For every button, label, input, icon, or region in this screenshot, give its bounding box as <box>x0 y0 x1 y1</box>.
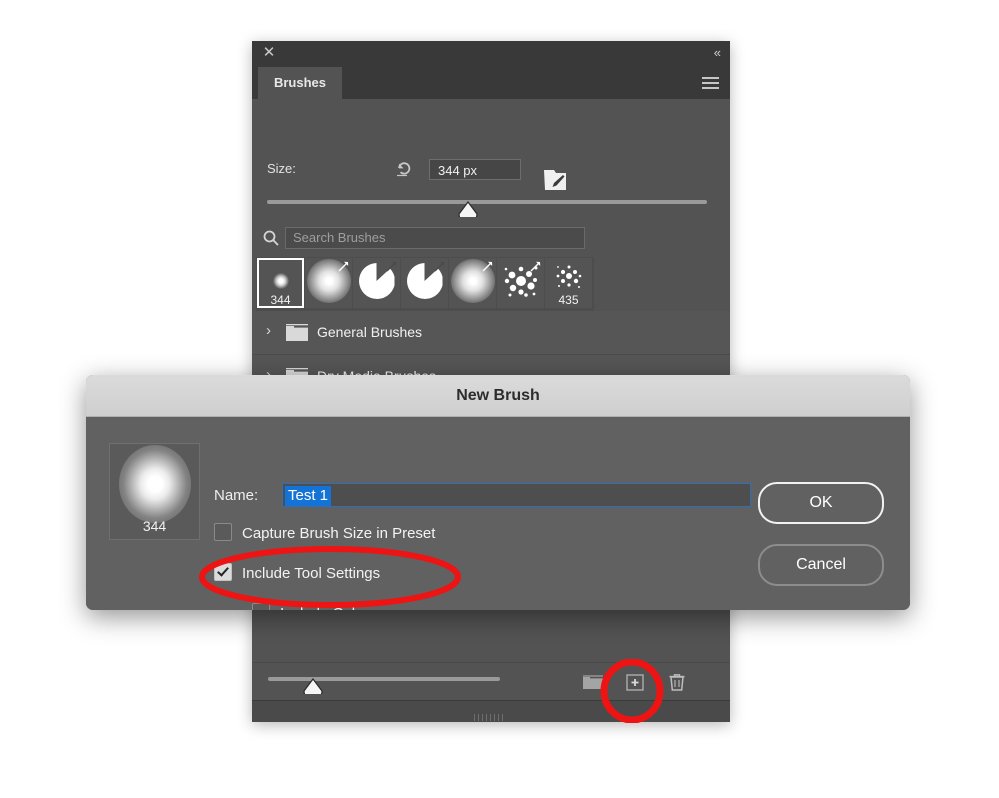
size-slider-track[interactable] <box>267 200 707 204</box>
brush-preview-blob <box>118 444 191 523</box>
brush-preset-soft-round-344[interactable]: 344 <box>257 258 304 308</box>
folder-name: General Brushes <box>317 324 423 340</box>
panel-tab-strip: Brushes <box>252 67 730 99</box>
brush-preset-spatter-435[interactable]: 435 <box>545 258 592 308</box>
dialog-title-bar: New Brush <box>86 375 910 417</box>
hamburger-menu-icon[interactable] <box>702 77 719 89</box>
search-icon <box>262 229 280 247</box>
delete-trash-icon[interactable] <box>666 671 688 693</box>
checkbox-row-include-tool-settings[interactable]: Include Tool Settings <box>214 563 380 582</box>
checkbox-capture-brush-size[interactable] <box>214 523 232 541</box>
cancel-button[interactable]: Cancel <box>758 544 884 586</box>
brush-folder-icon[interactable] <box>543 167 569 193</box>
size-input[interactable]: 344 px <box>429 159 521 180</box>
brush-preset-size-label: 344 <box>270 293 291 307</box>
tab-brushes[interactable]: Brushes <box>258 67 342 99</box>
checkbox-row-capture-brush-size[interactable]: Capture Brush Size in Preset <box>214 523 435 542</box>
brush-preset-hard-round-1[interactable] <box>353 258 400 308</box>
diagonal-arrow-badge-icon <box>433 260 446 273</box>
search-placeholder: Search Brushes <box>293 230 386 245</box>
folder-icon <box>286 324 308 341</box>
panel-footer <box>252 700 730 722</box>
panel-title-bar: ✕ « <box>252 41 730 67</box>
diagonal-arrow-badge-icon <box>529 260 542 273</box>
new-brush-dialog: New Brush 344 Name: Test 1 Capture Brush… <box>86 375 910 610</box>
panel-action-icons <box>582 671 688 693</box>
brush-preset-soft-round-large[interactable] <box>305 258 352 308</box>
brush-name-value: Test 1 <box>285 486 332 506</box>
checkbox-label-capture-brush-size: Capture Brush Size in Preset <box>242 525 436 542</box>
close-icon[interactable]: ✕ <box>262 45 276 60</box>
checkbox-row-include-color[interactable]: Include Color <box>252 603 368 610</box>
resize-grip[interactable] <box>474 708 508 721</box>
panel-zoom-slider-thumb[interactable] <box>302 678 324 701</box>
brush-preset-strip: 344 435 <box>256 257 594 311</box>
size-label: Size: <box>267 161 296 176</box>
dialog-body: 344 Name: Test 1 Capture Brush Size in P… <box>86 417 910 610</box>
brush-tip-thumbnail <box>272 273 289 289</box>
dialog-title: New Brush <box>456 387 540 404</box>
brush-name-input[interactable]: Test 1 <box>282 483 751 507</box>
diagonal-arrow-badge-icon <box>385 260 398 273</box>
brush-folder-general[interactable]: › General Brushes <box>252 311 730 355</box>
brush-preset-hard-round-2[interactable] <box>401 258 448 308</box>
brush-tip-thumbnail <box>554 262 584 292</box>
diagonal-arrow-badge-icon <box>481 260 494 273</box>
brush-preset-soft-round-glow[interactable] <box>449 258 496 308</box>
brush-preview-thumbnail: 344 <box>109 443 200 540</box>
brush-preview-size-label: 344 <box>142 518 167 534</box>
brush-preset-spatter[interactable] <box>497 258 544 308</box>
new-group-folder-icon[interactable] <box>582 671 604 693</box>
chevron-right-icon: › <box>266 322 271 339</box>
checkbox-include-color[interactable] <box>252 603 270 610</box>
checkbox-label-include-color: Include Color <box>280 605 368 610</box>
panel-bottom-toolbar <box>252 662 730 701</box>
checkbox-label-include-tool-settings: Include Tool Settings <box>242 565 381 582</box>
checkbox-include-tool-settings[interactable] <box>214 563 232 581</box>
ok-button[interactable]: OK <box>758 482 884 524</box>
new-brush-plus-icon[interactable] <box>624 671 646 693</box>
reset-arrow-icon[interactable] <box>394 159 414 179</box>
search-input[interactable]: Search Brushes <box>285 227 585 249</box>
brush-preset-size-label: 435 <box>558 293 579 307</box>
diagonal-arrow-badge-icon <box>337 260 350 273</box>
collapse-panel-icon[interactable]: « <box>714 45 721 60</box>
name-field-label: Name: <box>214 487 259 504</box>
